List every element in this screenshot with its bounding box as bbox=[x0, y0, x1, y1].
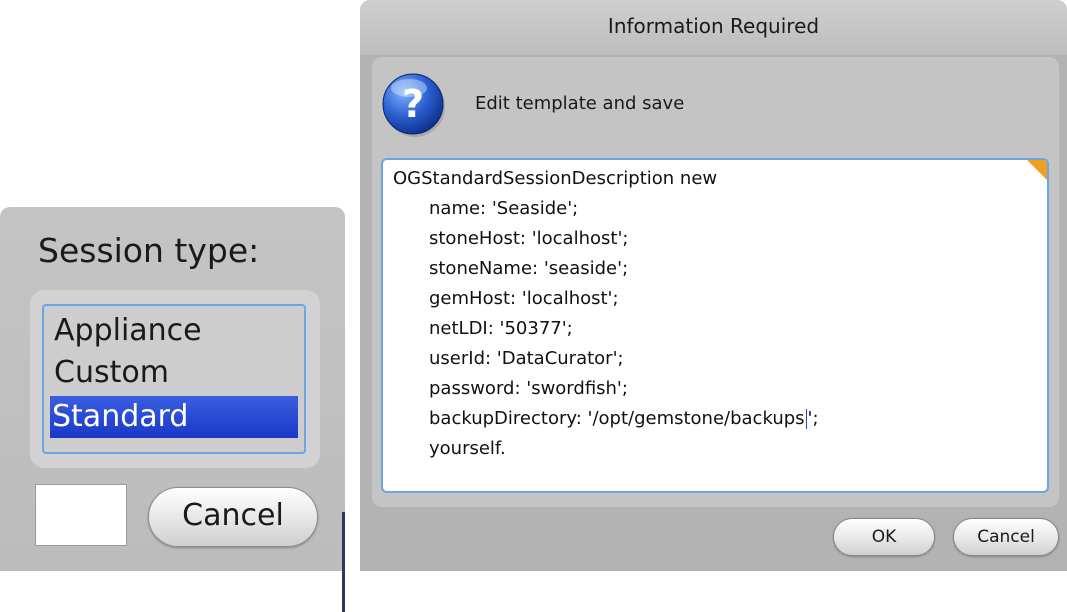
editor-line: backupDirectory: '/opt/gemstone/backups '… bbox=[429, 404, 819, 434]
dialog-body: ? Edit template and save OGStandardSessi… bbox=[372, 57, 1059, 507]
session-blank-button[interactable] bbox=[35, 484, 127, 546]
information-required-dialog: Information Required ? Edit template and… bbox=[360, 0, 1067, 571]
editor-line: OGStandardSessionDescription new bbox=[393, 168, 718, 189]
svg-text:?: ? bbox=[402, 82, 424, 126]
session-option-custom[interactable]: Custom bbox=[52, 352, 169, 394]
editor-line: gemHost: 'localhost'; bbox=[429, 288, 619, 309]
session-type-dialog: Session type: Appliance Custom Standard … bbox=[0, 207, 345, 612]
template-editor[interactable]: OGStandardSessionDescription new name: '… bbox=[381, 158, 1049, 493]
cancel-button[interactable]: Cancel bbox=[953, 518, 1059, 556]
session-cancel-button[interactable]: Cancel bbox=[148, 487, 318, 547]
editor-line: yourself. bbox=[429, 438, 506, 459]
session-type-list[interactable]: Appliance Custom Standard bbox=[42, 304, 306, 454]
session-type-title: Session type: bbox=[38, 231, 260, 270]
editor-line: name: 'Seaside'; bbox=[429, 198, 579, 219]
editor-line: netLDI: '50377'; bbox=[429, 318, 573, 339]
dialog-message: Edit template and save bbox=[475, 93, 685, 114]
question-icon: ? bbox=[380, 70, 450, 140]
dialog-titlebar[interactable]: Information Required bbox=[360, 0, 1067, 55]
dialog-title: Information Required bbox=[607, 14, 820, 38]
editor-line-text: '; bbox=[807, 408, 819, 429]
session-list-frame: Appliance Custom Standard bbox=[30, 290, 320, 468]
editor-line-text: backupDirectory: '/opt/gemstone/backups bbox=[429, 408, 805, 429]
editor-line: userId: 'DataCurator'; bbox=[429, 348, 624, 369]
editor-line: password: 'swordfish'; bbox=[429, 378, 628, 399]
editor-line: stoneName: 'seaside'; bbox=[429, 258, 629, 279]
editor-line: stoneHost: 'localhost'; bbox=[429, 228, 629, 249]
text-caret bbox=[805, 409, 807, 429]
partial-window-edge bbox=[342, 512, 345, 612]
session-option-standard[interactable]: Standard bbox=[50, 396, 298, 438]
editor-resize-corner[interactable] bbox=[1026, 160, 1047, 181]
session-option-appliance[interactable]: Appliance bbox=[52, 310, 202, 352]
ok-button[interactable]: OK bbox=[833, 518, 935, 556]
